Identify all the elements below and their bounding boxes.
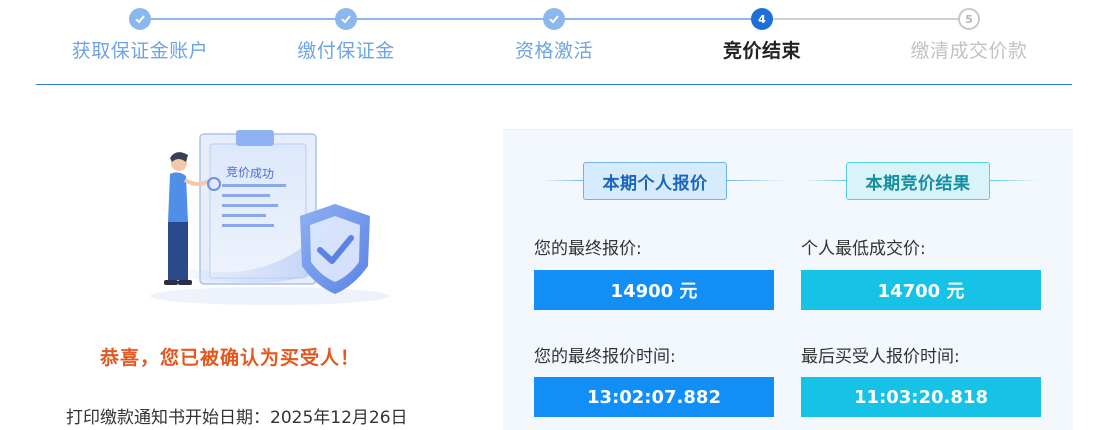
step-5-number: 5 — [958, 8, 980, 30]
final-time-value: 13:02:07.882 — [534, 377, 774, 417]
lowest-price-value: 14700 元 — [801, 270, 1041, 310]
step-connector — [762, 18, 969, 20]
lowest-price-label: 个人最低成交价: — [801, 239, 926, 259]
step-connector — [346, 18, 554, 20]
step-4-label: 竞价结束 — [722, 40, 801, 62]
bid-result-panel: 本期个人报价 本期竞价结果 您的最终报价: 14900 元 您的最终报价时间: … — [503, 129, 1073, 430]
last-buyer-time-label: 最后买受人报价时间: — [801, 347, 960, 367]
bid-result-tag: 本期竞价结果 — [846, 162, 990, 200]
step-5-label: 缴清成交价款 — [910, 40, 1028, 62]
congratulations-message: 恭喜，您已被确认为买受人！ — [100, 347, 361, 369]
final-price-value: 14900 元 — [534, 270, 774, 310]
doc-heading: 竞价成功 — [225, 164, 275, 182]
bid-success-illustration: 竞价成功 — [130, 118, 410, 308]
step-3-label: 资格激活 — [514, 40, 593, 62]
final-price-label: 您的最终报价: — [534, 239, 642, 259]
step-1-check-icon — [129, 8, 151, 30]
progress-stepper: 获取保证金账户 缴付保证金 资格激活 4 竞价结束 5 缴清成交价款 — [0, 0, 1102, 86]
last-buyer-time-value: 11:03:20.818 — [801, 377, 1041, 417]
tag-decor-line — [727, 180, 787, 181]
personal-bid-tag: 本期个人报价 — [583, 162, 727, 200]
step-1-label: 获取保证金账户 — [71, 40, 209, 62]
final-time-label: 您的最终报价时间: — [534, 347, 676, 367]
tag-decor-line — [990, 180, 1040, 181]
step-connector — [140, 18, 346, 20]
step-4-number: 4 — [751, 8, 773, 30]
step-connector — [554, 18, 762, 20]
step-3-check-icon — [543, 8, 565, 30]
tag-decor-line — [803, 180, 846, 181]
step-2-check-icon — [335, 8, 357, 30]
step-2-label: 缴付保证金 — [297, 40, 395, 62]
tag-decor-line — [543, 180, 583, 181]
header-divider — [36, 84, 1072, 85]
